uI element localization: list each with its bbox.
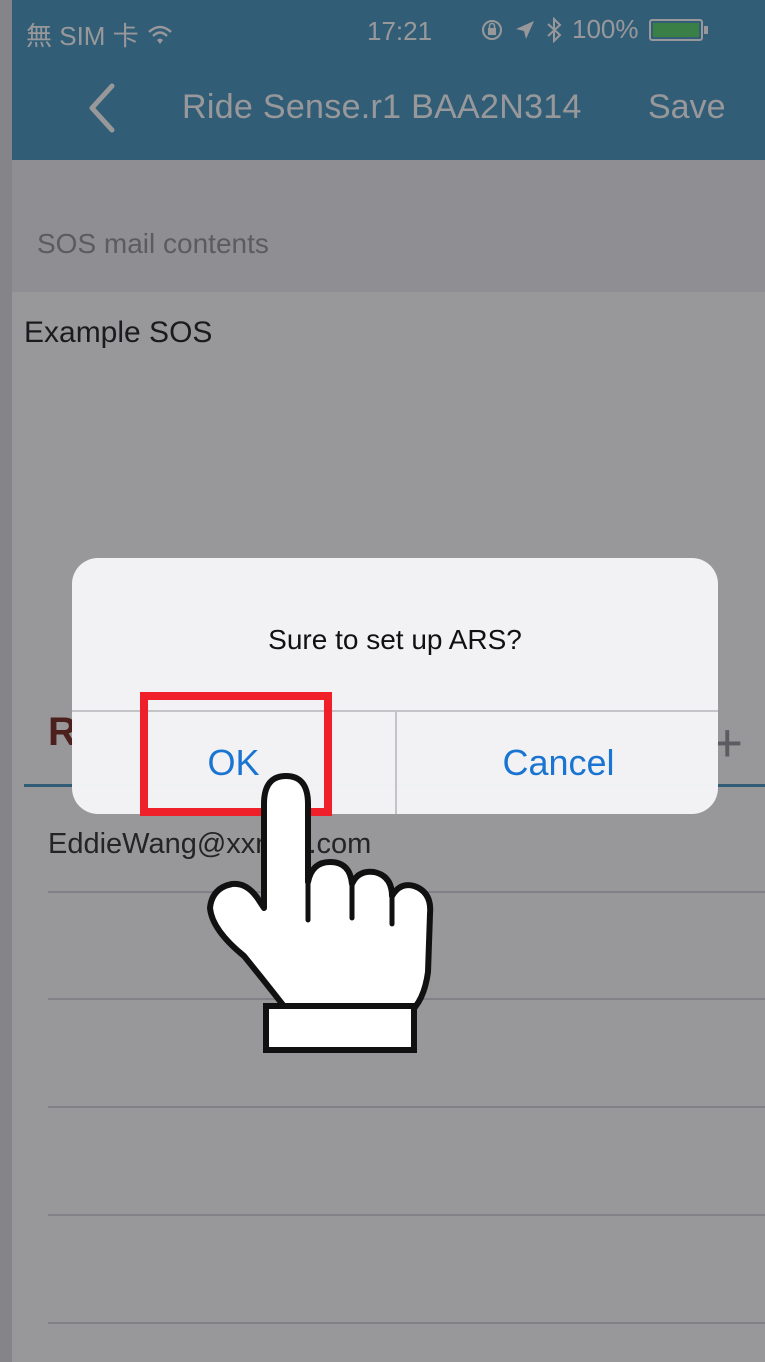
alert-message: Sure to set up ARS? xyxy=(268,624,522,655)
cancel-button[interactable]: Cancel xyxy=(397,712,718,814)
pointing-hand-icon xyxy=(207,773,434,1053)
